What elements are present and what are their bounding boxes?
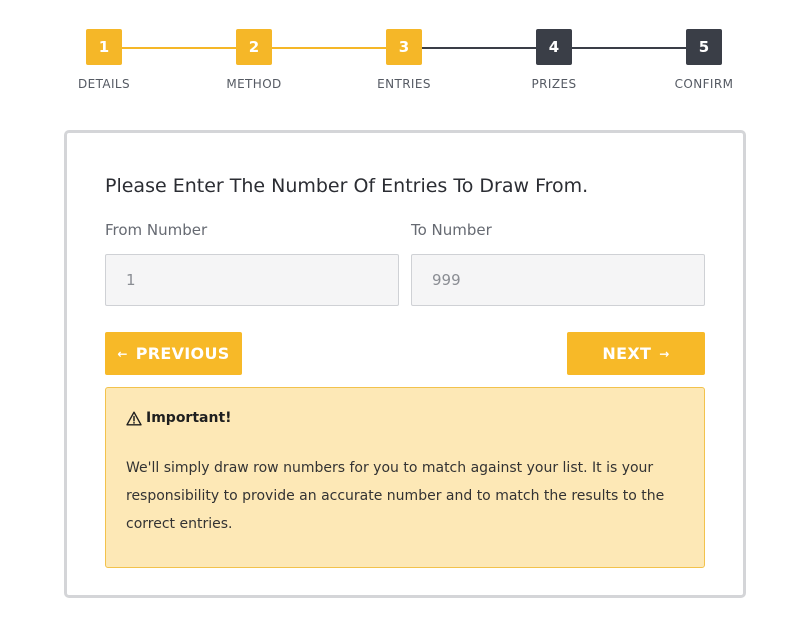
to-number-input[interactable] bbox=[411, 254, 705, 306]
step-number-badge: 1 bbox=[86, 29, 122, 65]
step-method[interactable]: 2 METHOD bbox=[199, 29, 309, 91]
step-label: METHOD bbox=[226, 77, 282, 91]
from-number-input[interactable] bbox=[105, 254, 399, 306]
warning-icon bbox=[126, 411, 142, 426]
step-label: PRIZES bbox=[531, 77, 577, 91]
to-number-label: To Number bbox=[411, 221, 492, 239]
step-confirm[interactable]: 5 CONFIRM bbox=[649, 29, 759, 91]
progress-stepper: 1 DETAILS 2 METHOD 3 ENTRIES 4 PRIZES 5 … bbox=[0, 0, 792, 110]
step-label: CONFIRM bbox=[674, 77, 734, 91]
step-prizes[interactable]: 4 PRIZES bbox=[499, 29, 609, 91]
previous-button[interactable]: ← PREVIOUS bbox=[105, 332, 242, 375]
important-notice: Important! We'll simply draw row numbers… bbox=[105, 387, 705, 568]
from-number-label: From Number bbox=[105, 221, 208, 239]
notice-heading-row: Important! bbox=[126, 410, 684, 426]
step-number-badge: 4 bbox=[536, 29, 572, 65]
step-number-badge: 5 bbox=[686, 29, 722, 65]
previous-button-label: PREVIOUS bbox=[135, 344, 230, 363]
form-title: Please Enter The Number Of Entries To Dr… bbox=[105, 175, 589, 197]
notice-heading: Important! bbox=[146, 410, 232, 426]
next-button[interactable]: NEXT → bbox=[567, 332, 705, 375]
notice-text: We'll simply draw row numbers for you to… bbox=[126, 460, 665, 532]
step-entries[interactable]: 3 ENTRIES bbox=[349, 29, 459, 91]
step-label: ENTRIES bbox=[377, 77, 431, 91]
arrow-left-icon: ← bbox=[117, 346, 128, 361]
step-label: DETAILS bbox=[77, 77, 131, 91]
step-number-badge: 3 bbox=[386, 29, 422, 65]
step-details[interactable]: 1 DETAILS bbox=[49, 29, 159, 91]
next-button-label: NEXT bbox=[602, 344, 652, 363]
step-number-badge: 2 bbox=[236, 29, 272, 65]
entries-form-card: Please Enter The Number Of Entries To Dr… bbox=[64, 130, 746, 598]
arrow-right-icon: → bbox=[659, 346, 670, 361]
